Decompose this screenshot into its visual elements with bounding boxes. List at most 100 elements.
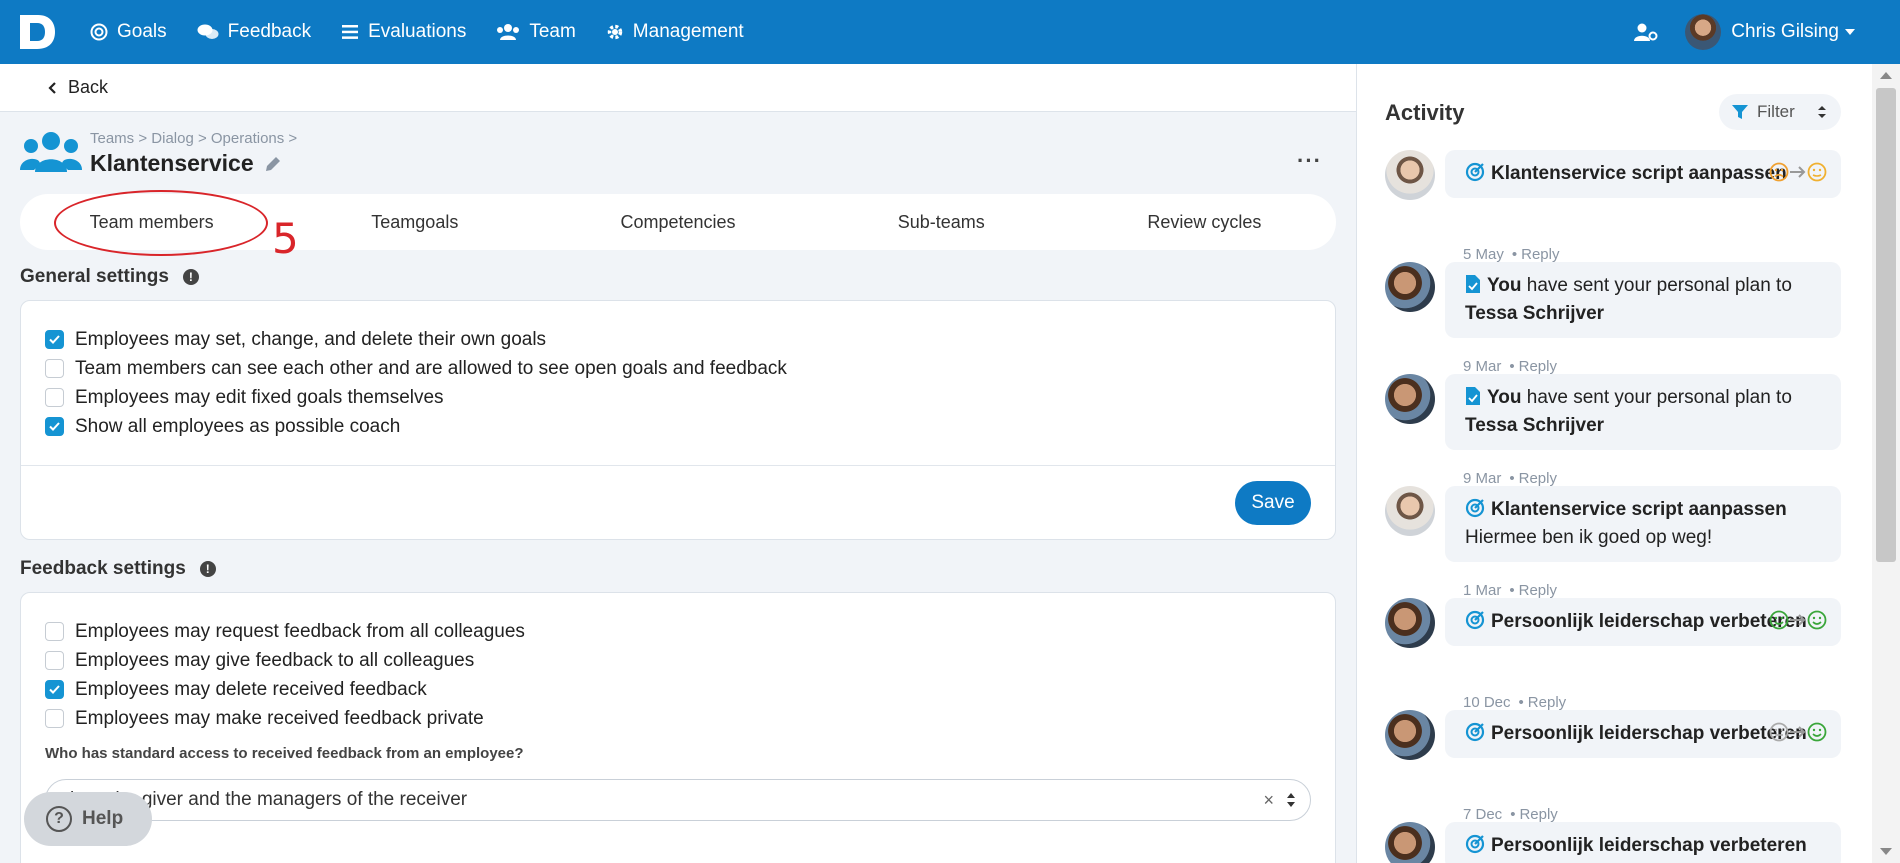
- activity-date: 7 Dec: [1463, 806, 1503, 823]
- feedback-option-row[interactable]: Employees may delete received feedback: [45, 675, 525, 704]
- reply-link[interactable]: Reply: [1519, 806, 1557, 823]
- activity-title: Activity: [1385, 100, 1465, 125]
- neutral-face-icon: [1769, 722, 1789, 742]
- checkbox[interactable]: [45, 709, 64, 728]
- scroll-thumb[interactable]: [1876, 88, 1896, 562]
- reply-link[interactable]: Reply: [1519, 470, 1557, 487]
- goal-icon: [1465, 498, 1485, 518]
- activity-person[interactable]: Tessa Schrijver: [1465, 415, 1604, 436]
- reply-link[interactable]: Reply: [1519, 582, 1557, 599]
- team-icon: [20, 132, 82, 172]
- filter-button[interactable]: Filter: [1719, 94, 1841, 130]
- breadcrumb[interactable]: Teams > Dialog > Operations >: [90, 130, 297, 147]
- checkbox[interactable]: [45, 622, 64, 641]
- help-button[interactable]: ? Help: [24, 792, 152, 846]
- feedback-option-row[interactable]: Employees may make received feedback pri…: [45, 704, 525, 733]
- nav-evaluations[interactable]: Evaluations: [341, 21, 466, 43]
- tab-teamgoals[interactable]: Teamgoals: [283, 212, 546, 233]
- arrow-right-icon: [1790, 614, 1806, 626]
- app-logo[interactable]: [18, 13, 56, 51]
- mood-change: [1769, 610, 1827, 630]
- activity-you: You: [1487, 387, 1522, 408]
- nav-team[interactable]: Team: [496, 21, 576, 43]
- scroll-down-arrow[interactable]: [1880, 848, 1892, 855]
- activity-scrollbar[interactable]: [1872, 64, 1900, 863]
- tab-competencies[interactable]: Competencies: [546, 212, 809, 233]
- general-option-row[interactable]: Show all employees as possible coach: [45, 412, 787, 441]
- avatar: [1385, 374, 1435, 424]
- feedback-option-row[interactable]: Employees may give feedback to all colle…: [45, 646, 525, 675]
- avatar: [1385, 822, 1435, 863]
- clear-icon[interactable]: ×: [1263, 790, 1274, 811]
- info-icon[interactable]: !: [182, 269, 199, 285]
- arrow-right-icon: [1790, 166, 1806, 178]
- general-option-row[interactable]: Team members can see each other and are …: [45, 354, 787, 383]
- feedback-option-row[interactable]: Employees may request feedback from all …: [45, 617, 525, 646]
- users-icon: [497, 24, 520, 40]
- option-label: Employees may set, change, and delete th…: [75, 328, 547, 350]
- user-settings-icon[interactable]: [1633, 22, 1659, 42]
- goal-icon: [1465, 610, 1485, 630]
- back-link[interactable]: Back: [68, 77, 108, 98]
- activity-bubble[interactable]: Persoonlijk leiderschap verbeteren: [1445, 710, 1841, 758]
- user-area: Chris Gilsing: [1633, 0, 1856, 64]
- activity-person[interactable]: Tessa Schrijver: [1465, 303, 1604, 324]
- question-icon: ?: [46, 806, 72, 832]
- reply-link[interactable]: Reply: [1528, 694, 1566, 711]
- filter-icon: [1732, 105, 1748, 119]
- activity-goal-title: Persoonlijk leiderschap verbeteren: [1491, 611, 1807, 632]
- checkbox[interactable]: [45, 651, 64, 670]
- nav-evaluations-label: Evaluations: [368, 21, 467, 42]
- activity-meta: 9 Mar • Reply: [1463, 470, 1557, 487]
- tab-sub-teams[interactable]: Sub-teams: [810, 212, 1073, 233]
- activity-text: have sent your personal plan to: [1521, 387, 1792, 408]
- activity-bubble[interactable]: You have sent your personal plan to Tess…: [1445, 374, 1841, 450]
- checkbox[interactable]: [45, 359, 64, 378]
- back-bar: Back: [0, 64, 1356, 112]
- activity-date: 5 May: [1463, 246, 1504, 263]
- chat-icon: [197, 24, 219, 39]
- checkbox[interactable]: [45, 388, 64, 407]
- goal-icon: [1465, 834, 1485, 854]
- access-question-label: Who has standard access to received feed…: [45, 745, 524, 762]
- tab-team-members[interactable]: Team members: [20, 212, 283, 233]
- activity-bubble[interactable]: Persoonlijk leiderschap verbeteren: [1445, 598, 1841, 646]
- activity-bubble[interactable]: Klantenservice script aanpassen: [1445, 150, 1841, 198]
- nav-management[interactable]: Management: [606, 21, 744, 43]
- option-label: Team members can see each other and are …: [75, 357, 787, 379]
- reply-link[interactable]: Reply: [1521, 246, 1559, 263]
- feedback-access-select[interactable]: iver, the giver and the managers of the …: [45, 779, 1311, 821]
- avatar: [1385, 150, 1435, 200]
- user-name[interactable]: Chris Gilsing: [1731, 21, 1839, 43]
- save-button[interactable]: Save: [1235, 481, 1311, 525]
- document-icon: [1466, 275, 1480, 293]
- pencil-icon[interactable]: [264, 155, 282, 173]
- team-tabs: Team members Teamgoals Competencies Sub-…: [20, 194, 1336, 250]
- caret-down-icon[interactable]: [1844, 28, 1856, 36]
- option-label: Employees may edit fixed goals themselve…: [75, 386, 444, 408]
- activity-meta: 9 Mar • Reply: [1463, 358, 1557, 375]
- checkbox[interactable]: [45, 330, 64, 349]
- activity-bubble[interactable]: You have sent your personal plan to Tess…: [1445, 262, 1841, 338]
- info-icon[interactable]: !: [199, 561, 216, 577]
- checkbox[interactable]: [45, 417, 64, 436]
- avatar: [1385, 262, 1435, 312]
- checkbox[interactable]: [45, 680, 64, 699]
- user-avatar[interactable]: [1685, 14, 1722, 50]
- activity-bubble[interactable]: Klantenservice script aanpassen Hiermee …: [1445, 486, 1841, 562]
- nav-goals[interactable]: Goals: [90, 21, 167, 43]
- sort-arrows-icon: [1818, 106, 1826, 118]
- activity-bubble[interactable]: Persoonlijk leiderschap verbeteren: [1445, 822, 1841, 863]
- tab-review-cycles[interactable]: Review cycles: [1073, 212, 1336, 233]
- general-option-row[interactable]: Employees may set, change, and delete th…: [45, 325, 787, 354]
- target-icon: [90, 23, 108, 41]
- activity-goal-title: Klantenservice script aanpassen: [1491, 163, 1787, 184]
- team-name: Klantenservice: [90, 150, 254, 176]
- more-options-button[interactable]: ···: [1297, 148, 1322, 174]
- general-option-row[interactable]: Employees may edit fixed goals themselve…: [45, 383, 787, 412]
- scroll-up-arrow[interactable]: [1880, 72, 1892, 79]
- activity-goal-title: Klantenservice script aanpassen: [1491, 499, 1787, 520]
- reply-link[interactable]: Reply: [1519, 358, 1557, 375]
- nav-feedback[interactable]: Feedback: [197, 21, 311, 43]
- activity-meta: 7 Dec • Reply: [1463, 806, 1558, 823]
